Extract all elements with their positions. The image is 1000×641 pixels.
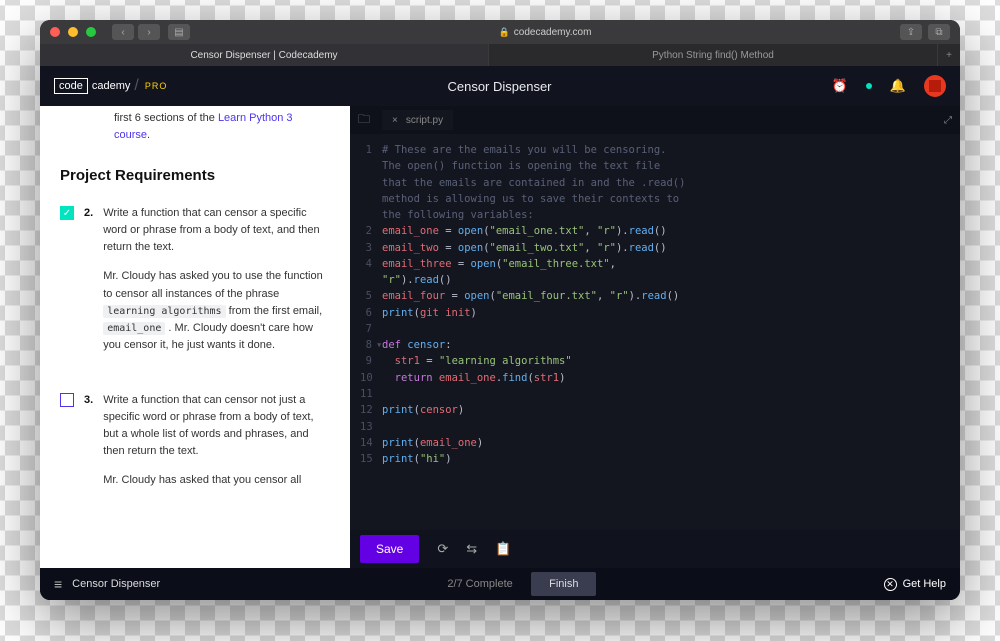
requirement-body: Write a function that can censor a speci… — [103, 205, 330, 365]
expand-icon[interactable]: ⤢ — [944, 115, 952, 126]
editor-actions: Save ⟳ ⇆ 📋 — [350, 530, 960, 568]
get-help[interactable]: ✕ Get Help — [884, 578, 946, 591]
logo-slash: / — [134, 77, 138, 95]
requirement-2: ✓ 2. Write a function that can censor a … — [60, 205, 330, 365]
bell-icon[interactable]: 🔔 — [890, 78, 906, 94]
checkbox-done[interactable]: ✓ — [60, 206, 74, 220]
avatar[interactable] — [924, 75, 946, 97]
help-icon: ✕ — [884, 578, 897, 591]
editor-panel: 🗀 × script.py ⤢ 1# These are the emails … — [350, 106, 960, 568]
req-p2: Mr. Cloudy has asked you to use the func… — [103, 268, 330, 353]
menu-icon[interactable]: ≡ — [54, 576, 62, 592]
page-title: Censor Dispenser — [167, 79, 831, 94]
req-p1: Write a function that can censor a speci… — [103, 205, 330, 256]
intro-text: first 6 sections of the Learn Python 3 c… — [114, 106, 330, 144]
folder-icon[interactable]: 🗀 — [358, 110, 370, 131]
new-tab-button[interactable]: + — [938, 44, 960, 66]
close-window-icon[interactable] — [50, 27, 60, 37]
lock-icon: 🔒 — [499, 27, 510, 38]
filename: script.py — [406, 115, 443, 126]
code-phrase: learning algorithms — [103, 305, 225, 318]
app-header: code cademy / PRO Censor Dispenser ⏰ 🔔 — [40, 66, 960, 106]
save-button[interactable]: Save — [360, 535, 419, 563]
browser-tabstrip: Censor Dispenser | Codecademy Python Str… — [40, 44, 960, 66]
progress-text: 2/7 Complete — [447, 578, 512, 590]
browser-tab-0[interactable]: Censor Dispenser | Codecademy — [40, 44, 489, 66]
refresh-icon[interactable]: ⟳ — [437, 541, 448, 557]
intro-suffix: . — [147, 129, 150, 141]
url-text: codecademy.com — [514, 27, 592, 38]
footer-center: 2/7 Complete Finish — [160, 572, 883, 596]
requirement-3: 3. Write a function that can censor not … — [60, 392, 330, 501]
alarm-icon[interactable]: ⏰ — [832, 78, 848, 94]
requirement-number: 3. — [84, 392, 93, 501]
browser-window: ‹ › ▤ 🔒 codecademy.com ⇪ ⧉ Censor Dispen… — [40, 20, 960, 600]
logo-box: code — [54, 78, 88, 94]
footer: ≡ Censor Dispenser 2/7 Complete Finish ✕… — [40, 568, 960, 600]
file-tab[interactable]: × script.py — [382, 110, 453, 130]
share-icon[interactable]: ⇆ — [466, 541, 477, 557]
tabs-button[interactable]: ⧉ — [928, 24, 950, 40]
main-area: first 6 sections of the Learn Python 3 c… — [40, 106, 960, 568]
copy-icon[interactable]: 📋 — [495, 541, 511, 557]
titlebar: ‹ › ▤ 🔒 codecademy.com ⇪ ⧉ — [40, 20, 960, 44]
back-button[interactable]: ‹ — [112, 24, 134, 40]
logo-pro: PRO — [145, 81, 168, 91]
intro-prefix: first 6 sections of the — [114, 112, 218, 124]
logo-text: cademy — [92, 80, 131, 92]
req3-p2: Mr. Cloudy has asked that you censor all — [103, 472, 330, 489]
forward-button[interactable]: › — [138, 24, 160, 40]
help-label: Get Help — [903, 578, 946, 590]
browser-tab-1[interactable]: Python String find() Method — [489, 44, 938, 66]
code-var: email_one — [103, 322, 165, 335]
maximize-window-icon[interactable] — [86, 27, 96, 37]
close-file-icon[interactable]: × — [392, 115, 398, 126]
req3-p1: Write a function that can censor not jus… — [103, 392, 330, 460]
requirement-body: Write a function that can censor not jus… — [103, 392, 330, 501]
section-title: Project Requirements — [60, 164, 330, 187]
finish-button[interactable]: Finish — [531, 572, 596, 596]
instructions-panel: first 6 sections of the Learn Python 3 c… — [40, 106, 350, 568]
logo[interactable]: code cademy / PRO — [54, 77, 167, 95]
share-button[interactable]: ⇪ — [900, 24, 922, 40]
sidebar-button[interactable]: ▤ — [168, 24, 190, 40]
requirement-number: 2. — [84, 205, 93, 365]
status-dot-icon — [866, 83, 872, 89]
code-editor[interactable]: 1# These are the emails you will be cens… — [350, 134, 960, 530]
checkbox-empty[interactable] — [60, 393, 74, 407]
address-bar[interactable]: 🔒 codecademy.com — [198, 27, 892, 38]
footer-title: Censor Dispenser — [72, 578, 160, 590]
minimize-window-icon[interactable] — [68, 27, 78, 37]
editor-tabs: 🗀 × script.py ⤢ — [350, 106, 960, 134]
